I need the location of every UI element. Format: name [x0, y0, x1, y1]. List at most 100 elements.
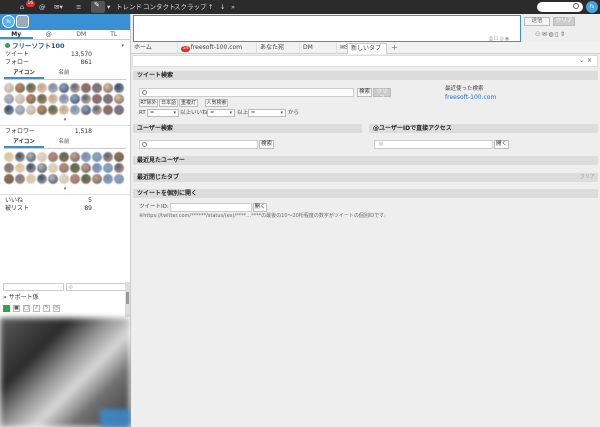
- avatar[interactable]: [37, 163, 47, 173]
- avatar[interactable]: [70, 152, 80, 162]
- avatar[interactable]: [26, 163, 36, 173]
- duplicate-toggle[interactable]: 重複灯: [179, 99, 198, 107]
- tweet-search-button[interactable]: 検索: [357, 88, 372, 97]
- mention-icon[interactable]: @: [39, 2, 46, 12]
- avatar[interactable]: [48, 83, 58, 93]
- chevron-down-icon[interactable]: ▾: [121, 43, 124, 49]
- avatar[interactable]: [15, 83, 25, 93]
- avatar[interactable]: [92, 83, 102, 93]
- avatar[interactable]: [114, 152, 124, 162]
- avatar[interactable]: [4, 94, 14, 104]
- collapse-chevron-icon[interactable]: ⌄: [579, 57, 584, 64]
- avatar[interactable]: [59, 94, 69, 104]
- sound-icon[interactable]: ♪: [33, 305, 40, 312]
- add-tab-icon[interactable]: +: [391, 42, 398, 54]
- popular-search-toggle[interactable]: 人気検索: [205, 99, 228, 107]
- avatar[interactable]: [103, 94, 113, 104]
- tab-mentions[interactable]: @: [33, 30, 66, 39]
- avatar[interactable]: [59, 105, 69, 115]
- avatar[interactable]: [26, 94, 36, 104]
- listed-stat[interactable]: 被リスト 89: [0, 205, 130, 213]
- contact-link[interactable]: コンタクト: [143, 2, 176, 12]
- compose-textarea[interactable]: ⎙☐◎◉: [133, 15, 521, 42]
- toggle-on-icon[interactable]: [3, 305, 10, 312]
- compose-options-icons[interactable]: ⚇✉◍▯⇕: [535, 31, 566, 38]
- avatar[interactable]: [70, 163, 80, 173]
- avatar[interactable]: [37, 94, 47, 104]
- avatar[interactable]: [15, 152, 25, 162]
- tab-dm-column[interactable]: DM: [300, 43, 337, 54]
- square-icon[interactable]: □: [23, 305, 30, 312]
- avatar[interactable]: [70, 83, 80, 93]
- avatar[interactable]: [26, 152, 36, 162]
- avatar[interactable]: [114, 105, 124, 115]
- section-recent-users[interactable]: 最近見たユーザー: [133, 156, 598, 165]
- avatar[interactable]: [92, 163, 102, 173]
- avatar[interactable]: [48, 105, 58, 115]
- tab-freesoft[interactable]: 54 freesoft-100.com: [178, 43, 257, 54]
- japanese-toggle[interactable]: 日本語: [159, 99, 178, 107]
- follow-stat[interactable]: フォロー 861: [0, 59, 130, 67]
- avatar[interactable]: [37, 152, 47, 162]
- avatar[interactable]: [15, 94, 25, 104]
- avatar[interactable]: [92, 152, 102, 162]
- tab-my[interactable]: My: [0, 30, 33, 39]
- tweet-open-button[interactable]: 開く: [253, 203, 267, 212]
- avatar[interactable]: [4, 163, 14, 173]
- avatar[interactable]: [70, 105, 80, 115]
- clock-icon[interactable]: ◷: [53, 305, 60, 312]
- user-search-field[interactable]: [139, 140, 258, 149]
- expand-chevron-icon[interactable]: ▾: [0, 118, 130, 123]
- scrap-link[interactable]: スクラップ: [174, 2, 207, 12]
- global-search-input[interactable]: [537, 2, 583, 12]
- send-button[interactable]: 送信: [524, 17, 550, 26]
- mail-icon[interactable]: ✉▾: [54, 2, 63, 12]
- avatar[interactable]: [48, 174, 58, 184]
- avatar[interactable]: [92, 105, 102, 115]
- tab-mentions-column[interactable]: あなた宛: [257, 43, 300, 54]
- avatar[interactable]: [15, 174, 25, 184]
- stop-icon[interactable]: ■: [13, 305, 20, 312]
- avatar[interactable]: [26, 105, 36, 115]
- avatar[interactable]: [4, 105, 14, 115]
- avatar[interactable]: [114, 174, 124, 184]
- home-icon[interactable]: ⌂ 16: [20, 1, 35, 12]
- followers-stat[interactable]: フォロワー 1,518: [0, 128, 130, 136]
- user-id-input[interactable]: ◎: [374, 140, 493, 149]
- user-avatar[interactable]: fs: [586, 1, 598, 13]
- avatar[interactable]: [70, 94, 80, 104]
- user-search-button[interactable]: 検索: [259, 140, 274, 149]
- list-icon[interactable]: ≡: [76, 2, 81, 12]
- likes-count-select[interactable]: =: [207, 109, 235, 117]
- avatar[interactable]: [103, 105, 113, 115]
- avatar[interactable]: [48, 94, 58, 104]
- avatar[interactable]: [70, 174, 80, 184]
- expand-chevron-icon-2[interactable]: ▾: [0, 187, 130, 192]
- support-link[interactable]: » サポート係: [3, 294, 126, 302]
- avatar[interactable]: [26, 174, 36, 184]
- avatar[interactable]: [59, 152, 69, 162]
- avatar[interactable]: [59, 83, 69, 93]
- avatar[interactable]: [4, 152, 14, 162]
- avatar[interactable]: [81, 163, 91, 173]
- avatar[interactable]: [48, 163, 58, 173]
- tweet-search-input[interactable]: [139, 88, 354, 97]
- tab-icon-view-2[interactable]: アイコン: [4, 138, 44, 148]
- account-avatar-2[interactable]: [16, 15, 29, 28]
- avatar[interactable]: [114, 83, 124, 93]
- avatar[interactable]: [81, 152, 91, 162]
- avatar[interactable]: [114, 163, 124, 173]
- likes-stat[interactable]: いいね 5: [0, 197, 130, 205]
- avatar[interactable]: [59, 163, 69, 173]
- tab-name-view[interactable]: 名前: [44, 69, 84, 79]
- scroll-down-button[interactable]: ↓: [220, 2, 225, 12]
- avatar[interactable]: [81, 105, 91, 115]
- account-avatar-1[interactable]: fs: [2, 15, 15, 28]
- section-recent-tabs[interactable]: 最近閉じたタブ クリア: [133, 173, 598, 182]
- tab-home[interactable]: ホーム: [131, 43, 178, 54]
- avatar[interactable]: [92, 174, 102, 184]
- user-search-input[interactable]: [3, 283, 64, 291]
- avatar[interactable]: [15, 105, 25, 115]
- compose-pen-button[interactable]: ✎: [91, 1, 105, 13]
- compose-clear-button[interactable]: クリア: [553, 17, 575, 26]
